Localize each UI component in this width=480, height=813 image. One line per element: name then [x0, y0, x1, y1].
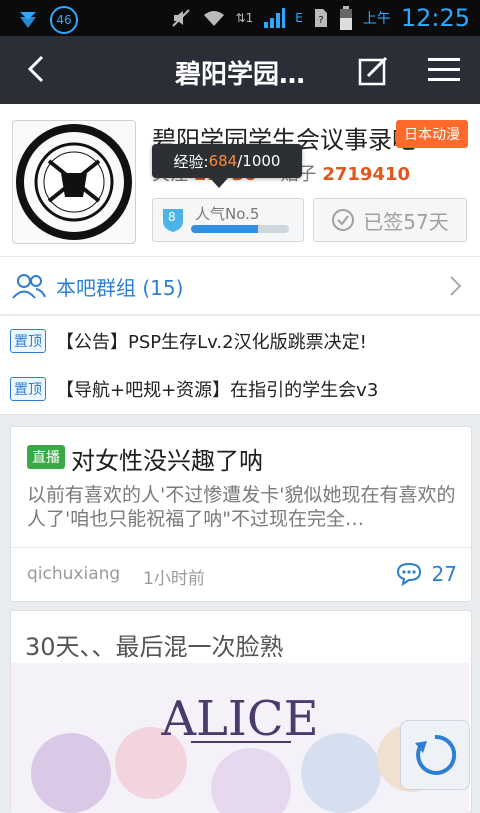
pinned-tag: 置顶: [10, 377, 46, 401]
level-name: 人气No.5: [195, 205, 260, 223]
artwork-title-text: ALICE: [160, 691, 318, 747]
pinned-tag: 置顶: [10, 329, 46, 353]
level-badge[interactable]: 8 人气No.5: [152, 198, 304, 242]
battery-icon: [339, 6, 352, 30]
menu-icon[interactable]: [428, 58, 460, 82]
reply-count-value: 27: [431, 562, 457, 586]
signed-label: 已签57天: [363, 209, 449, 234]
wifi-icon: [203, 11, 224, 26]
posts-count: 2719410: [322, 164, 411, 185]
forum-avatar[interactable]: [12, 120, 136, 244]
page-title: 碧阳学园…: [174, 60, 305, 90]
app-notification-icon: [20, 12, 36, 28]
post-author[interactable]: qichuxiang: [27, 564, 120, 584]
status-bar: 46 ⇅1 E ? 上午 12:25: [0, 0, 480, 36]
exp-total: /1000: [237, 152, 281, 170]
level-number: 8: [168, 210, 176, 224]
post-time: 1小时前: [143, 569, 205, 589]
check-circle-icon: [332, 209, 355, 231]
mute-icon: [171, 9, 190, 27]
post-title: 对女性没兴趣了呐: [71, 447, 263, 475]
signal-icon: [264, 8, 286, 28]
level-progress-bar: [191, 225, 289, 233]
data-activity-icon: ⇅1: [235, 11, 254, 25]
post-footer: qichuxiang 1小时前 27: [11, 547, 471, 604]
pinned-post[interactable]: 置顶 【导航+吧规+资源】在指引的学生会v3: [0, 364, 480, 415]
group-label: 本吧群组 (15): [56, 276, 184, 300]
post-card[interactable]: 直播 对女性没兴趣了呐 以前有喜欢的人'不过惨遭发卡'貌似她现在有喜欢的人了'咱…: [10, 426, 472, 602]
reply-count[interactable]: 27: [396, 562, 457, 586]
exp-current: 684: [208, 152, 238, 170]
top-nav-bar: 碧阳学园…: [0, 36, 480, 104]
compose-icon[interactable]: [358, 56, 388, 86]
pinned-post[interactable]: 置顶 【公告】PSP生存Lv.2汉化版跳票决定!: [0, 316, 480, 367]
forum-seal-logo: [16, 124, 132, 240]
chevron-right-icon: [450, 276, 462, 296]
no-sim-icon: ?: [314, 9, 327, 27]
category-tag[interactable]: 日本动漫: [396, 120, 468, 148]
ampm-label: 上午: [362, 11, 391, 27]
notification-count-badge: 46: [50, 6, 78, 34]
back-icon[interactable]: [22, 54, 52, 84]
refresh-button[interactable]: [400, 720, 470, 790]
svg-text:?: ?: [318, 15, 323, 26]
post-excerpt: 以前有喜欢的人'不过惨遭发卡'貌似她现在有喜欢的人了'咱也只能祝福了呐"不过现在…: [27, 484, 456, 530]
group-icon: [12, 274, 46, 299]
post-title: 30天、、最后混一次脸熟: [25, 633, 284, 661]
forum-groups-row[interactable]: 本吧群组 (15): [0, 256, 480, 315]
pinned-title: 【公告】PSP生存Lv.2汉化版跳票决定!: [56, 332, 367, 353]
clock: 12:25: [400, 4, 470, 32]
network-type-label: E: [295, 11, 303, 25]
pinned-title: 【导航+吧规+资源】在指引的学生会v3: [56, 380, 379, 401]
level-progress-fill: [191, 225, 259, 233]
exp-label: 经验:: [173, 152, 209, 171]
experience-tooltip: 经验: 684/1000: [152, 144, 302, 188]
live-tag: 直播: [27, 445, 65, 469]
refresh-icon: [415, 734, 457, 775]
comment-icon: [396, 562, 421, 586]
signed-in-button[interactable]: 已签57天: [313, 198, 467, 242]
forum-header-card: 碧阳学园学生会议事录吧 日本动漫 关注21730 贴子2719410 经验:68…: [0, 104, 480, 314]
